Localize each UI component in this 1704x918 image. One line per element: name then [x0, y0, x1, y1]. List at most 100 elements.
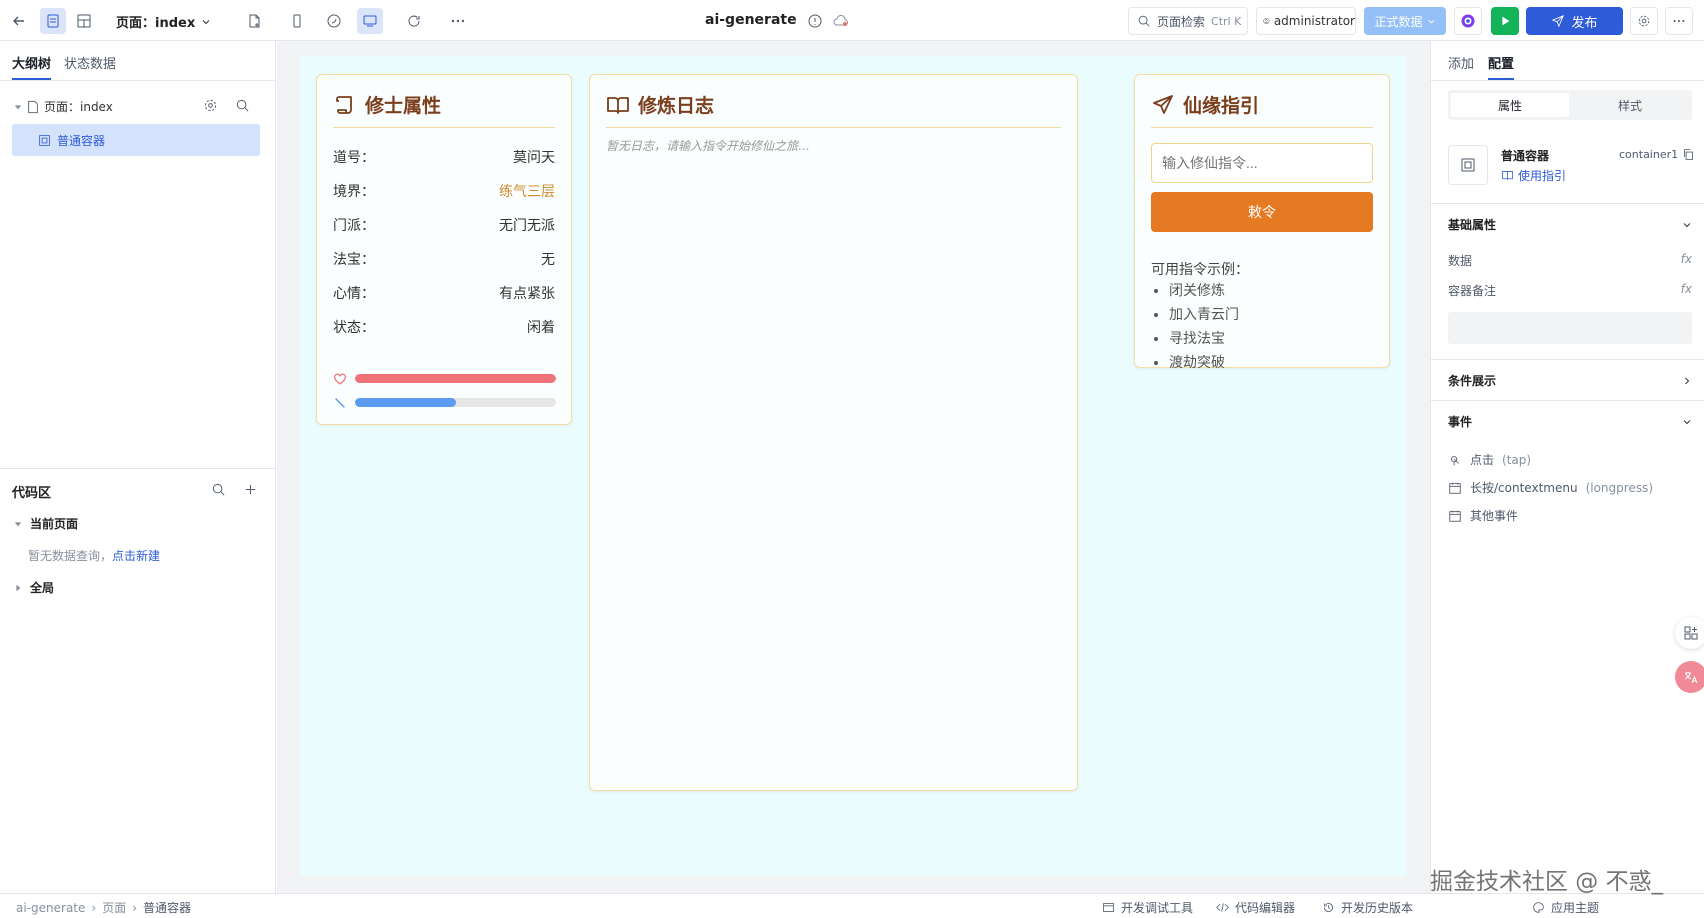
watermark: 掘金技术社区 @ 不惑_	[1430, 869, 1664, 895]
note-prop-row: 容器备注 fx	[1448, 282, 1692, 299]
log-card-title: 修炼日志	[606, 91, 714, 118]
event-tap-code: (tap)	[1502, 452, 1532, 467]
log-title-text: 修炼日志	[638, 95, 715, 117]
example-item: 渡劫突破	[1169, 351, 1239, 375]
more-menu-button[interactable]	[1665, 7, 1693, 35]
play-icon	[1502, 16, 1510, 26]
chevron-down-icon	[1683, 222, 1691, 227]
book-open-icon	[607, 96, 629, 114]
env-selector[interactable]: 正式数据	[1364, 7, 1446, 35]
chevron-right-icon	[1685, 377, 1690, 384]
calendar-icon	[1449, 510, 1461, 522]
refresh-icon[interactable]	[401, 8, 427, 34]
cloud-sync-icon[interactable]	[828, 8, 854, 34]
wand-icon	[333, 396, 347, 410]
more-icon	[1673, 19, 1685, 23]
empty-query-hint: 暂无数据查询，点击新建	[28, 547, 160, 564]
terminal-icon	[1103, 903, 1114, 912]
divider	[0, 468, 276, 469]
tap-icon	[1451, 455, 1459, 465]
event-tap[interactable]: 点击 (tap)	[1448, 451, 1531, 468]
run-preview-button[interactable]	[1491, 7, 1519, 35]
attr-label: 门派：	[333, 218, 375, 234]
code-editor-label: 代码编辑器	[1235, 901, 1296, 915]
new-query-link[interactable]: 点击新建	[112, 549, 160, 563]
event-longpress-label: 长按/contextmenu	[1470, 481, 1578, 495]
event-longpress-code: (longpress)	[1585, 480, 1653, 495]
attr-value: 无	[541, 252, 555, 268]
tree-node-container[interactable]: 普通容器	[12, 124, 260, 156]
page-canvas: 修士属性 道号： 莫问天 境界： 练气三层 门派： 无门无派 法宝： 无 心情： 有点紧张…	[300, 56, 1406, 876]
event-other[interactable]: 其他事件	[1448, 507, 1518, 524]
conditional-display-header[interactable]: 条件展示	[1448, 372, 1692, 389]
search-shortcut: Ctrl K	[1211, 14, 1242, 28]
events-header[interactable]: 事件	[1448, 413, 1692, 430]
event-longpress[interactable]: 长按/contextmenu (longpress)	[1448, 479, 1653, 496]
data-prop-row: 数据 fx	[1448, 252, 1692, 269]
global-section[interactable]: 全局	[14, 579, 54, 596]
page-selector[interactable]: 页面：index	[116, 12, 211, 31]
tab-config[interactable]: 配置	[1488, 53, 1515, 80]
layout-view-icon[interactable]	[71, 8, 97, 34]
ai-assistant-icon	[1461, 14, 1475, 28]
outline-view-icon[interactable]	[40, 8, 66, 34]
fx-button[interactable]: fx	[1681, 282, 1692, 299]
tab-add[interactable]: 添加	[1448, 53, 1474, 72]
publish-button[interactable]: 发布	[1526, 7, 1623, 35]
miniprogram-view-icon[interactable]	[321, 8, 347, 34]
breadcrumb-item[interactable]: 页面	[102, 899, 126, 916]
note-textarea[interactable]	[1448, 312, 1692, 344]
send-icon	[1552, 14, 1565, 28]
page-settings-icon[interactable]	[203, 98, 218, 113]
dev-history-button[interactable]: 开发历史版本	[1322, 899, 1413, 916]
seg-properties[interactable]: 属性	[1451, 93, 1569, 117]
container-icon	[39, 134, 50, 146]
tab-outline[interactable]: 大纲树	[12, 53, 52, 80]
tab-state-data[interactable]: 状态数据	[64, 53, 116, 72]
fx-button[interactable]: fx	[1681, 252, 1692, 269]
attrs-title-text: 修士属性	[365, 95, 442, 117]
command-submit-button[interactable]: 敕令	[1151, 192, 1373, 232]
component-library-button[interactable]	[1675, 617, 1704, 649]
app-theme-label: 应用主题	[1551, 901, 1600, 915]
attr-row-realm: 境界： 练气三层	[333, 181, 555, 201]
user-name: administrator	[1273, 14, 1355, 28]
mobile-view-icon[interactable]	[284, 8, 310, 34]
new-page-icon[interactable]	[241, 8, 267, 34]
divider	[0, 80, 276, 81]
divider	[1431, 400, 1704, 401]
breadcrumb-item[interactable]: 普通容器	[143, 899, 191, 916]
tree-search-icon[interactable]	[235, 98, 250, 113]
history-icon	[1324, 903, 1333, 913]
back-arrow-icon[interactable]	[6, 8, 32, 34]
seg-style[interactable]: 样式	[1571, 93, 1689, 117]
calendar-icon	[1449, 482, 1461, 494]
breadcrumb-item[interactable]: ai-generate	[16, 901, 85, 915]
divider	[1431, 359, 1704, 360]
current-page-section[interactable]: 当前页面	[14, 515, 78, 532]
user-menu[interactable]: administrator	[1256, 7, 1356, 35]
desktop-view-icon[interactable]	[357, 8, 383, 34]
data-prop-label: 数据	[1448, 254, 1473, 268]
ai-assistant-button[interactable]	[1454, 7, 1482, 35]
basic-props-header[interactable]: 基础属性	[1448, 216, 1692, 233]
guidance-card: 仙缘指引 敕令 可用指令示例： 闭关修炼 加入青云门 寻找法宝 渡劫突破	[1134, 74, 1390, 371]
code-search-icon[interactable]	[211, 482, 226, 497]
divider	[1431, 80, 1704, 81]
command-input[interactable]	[1151, 143, 1373, 183]
app-theme-button[interactable]: 应用主题	[1532, 899, 1599, 916]
page-search-button[interactable]: 页面检索 Ctrl K	[1128, 7, 1248, 35]
translate-plugin-button[interactable]	[1675, 661, 1704, 693]
info-icon[interactable]	[802, 8, 828, 34]
more-icon[interactable]	[445, 8, 471, 34]
prop-style-segment: 属性 样式	[1448, 90, 1692, 120]
copy-icon[interactable]	[1682, 148, 1695, 161]
usage-guide-link[interactable]: 使用指引	[1501, 167, 1566, 184]
add-query-icon[interactable]	[243, 482, 258, 497]
publish-label: 发布	[1571, 15, 1598, 31]
tree-node-page[interactable]: 页面：index	[14, 98, 113, 115]
mana-bar	[355, 398, 556, 407]
dev-tools-button[interactable]: 开发调试工具	[1102, 899, 1193, 916]
settings-button[interactable]	[1630, 7, 1658, 35]
code-editor-button[interactable]: 代码编辑器	[1216, 899, 1295, 916]
